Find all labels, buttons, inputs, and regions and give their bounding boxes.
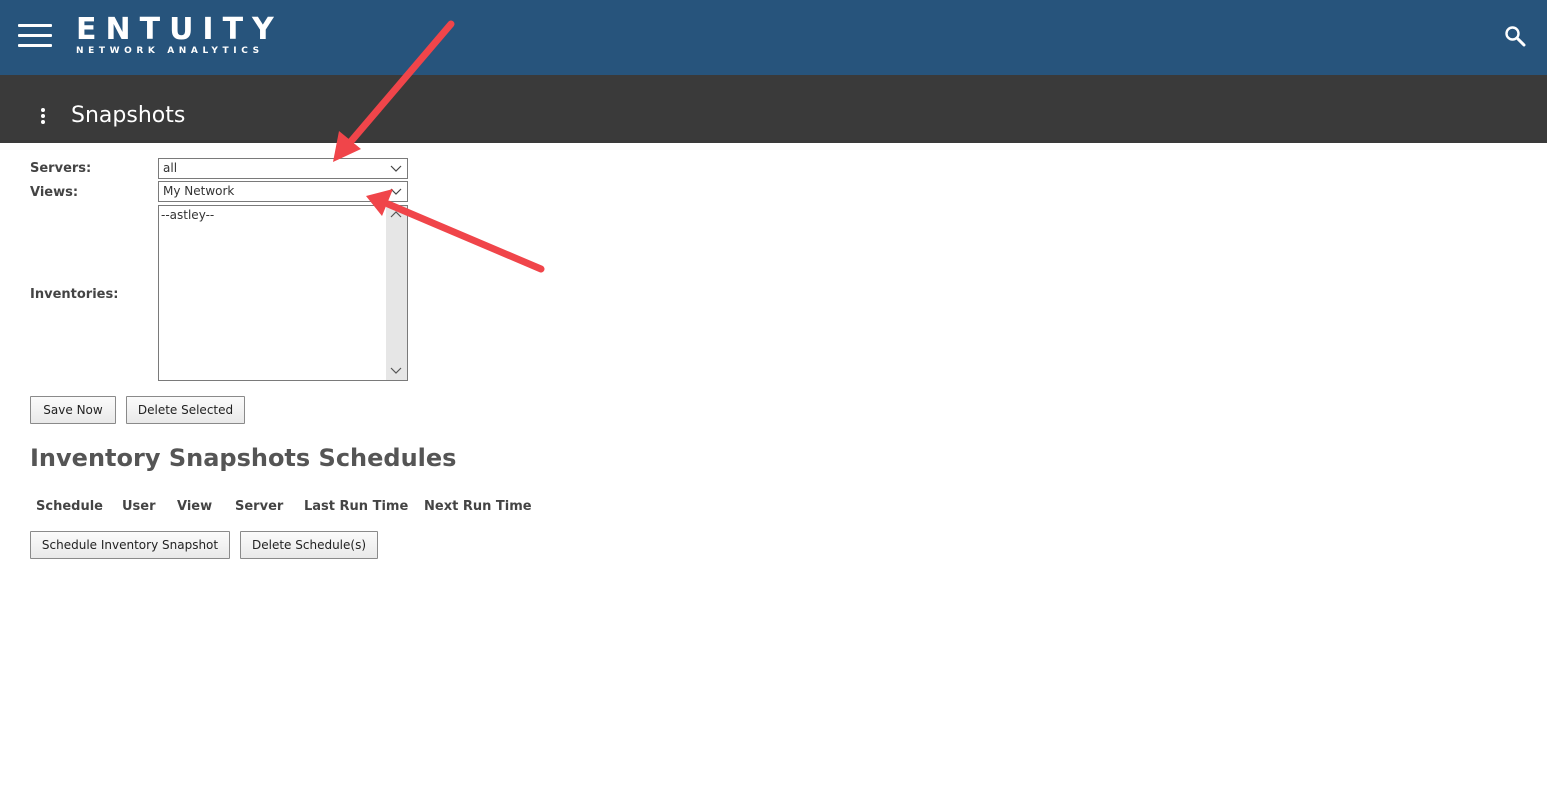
servers-label: Servers:: [30, 161, 92, 176]
inventories-listbox[interactable]: --astley--: [158, 205, 408, 381]
schedules-title: Inventory Snapshots Schedules: [30, 444, 457, 472]
kebab-menu-icon[interactable]: [38, 108, 48, 128]
brand-logo: ENTUITY NETWORK ANALYTICS: [76, 14, 283, 57]
column-header-last-run-time: Last Run Time: [304, 499, 409, 514]
servers-select[interactable]: all: [158, 158, 408, 179]
delete-selected-button[interactable]: Delete Selected: [126, 396, 245, 424]
views-select-value: My Network: [163, 184, 235, 198]
schedule-inventory-snapshot-button[interactable]: Schedule Inventory Snapshot: [30, 531, 230, 559]
inventories-label: Inventories:: [30, 287, 119, 302]
brand-tagline: NETWORK ANALYTICS: [76, 46, 264, 56]
page-title-bar: [0, 75, 1547, 143]
servers-select-value: all: [163, 161, 178, 175]
brand-name: ENTUITY: [76, 12, 283, 47]
column-header-next-run-time: Next Run Time: [424, 499, 532, 514]
top-header: ENTUITY NETWORK ANALYTICS: [0, 0, 1547, 75]
chevron-down-icon[interactable]: [390, 367, 402, 375]
column-header-view: View: [177, 499, 213, 514]
hamburger-menu-icon[interactable]: [18, 24, 52, 48]
column-header-server: Server: [235, 499, 284, 514]
views-label: Views:: [30, 185, 79, 200]
chevron-down-icon: [390, 165, 402, 172]
listbox-scrollbar[interactable]: [386, 206, 407, 380]
column-header-schedule: Schedule: [36, 499, 103, 514]
page-title: Snapshots: [71, 103, 186, 128]
delete-schedules-button[interactable]: Delete Schedule(s): [240, 531, 378, 559]
save-now-button[interactable]: Save Now: [30, 396, 116, 424]
chevron-down-icon: [390, 188, 402, 195]
views-select[interactable]: My Network: [158, 181, 408, 202]
search-icon[interactable]: [1504, 25, 1526, 47]
column-header-user: User: [122, 499, 156, 514]
list-item[interactable]: --astley--: [161, 208, 214, 222]
chevron-up-icon[interactable]: [390, 210, 402, 218]
